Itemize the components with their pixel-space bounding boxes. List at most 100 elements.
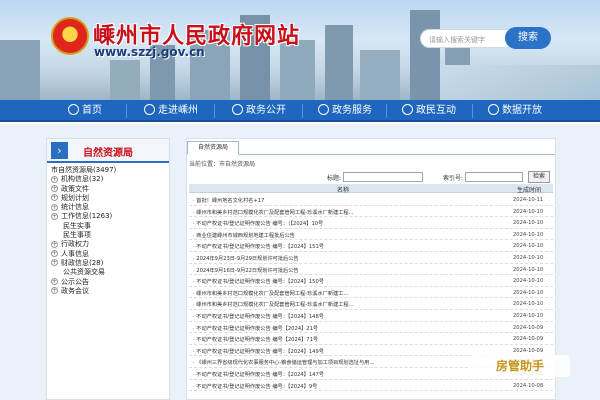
article-link[interactable]: · 嵊州市和美乡村范口规模化农厂及配套管网工程-珍溪水厂新建工程... — [193, 209, 493, 216]
tree-item-label: 机构信息(32) — [61, 175, 104, 184]
tree-item[interactable]: + 政务会议 — [49, 287, 169, 296]
nav-divider — [302, 104, 303, 118]
tree-item[interactable]: + 人事信息 — [49, 250, 169, 259]
column-name-header: 名称 — [337, 187, 350, 194]
header-banner: ☆ 嵊州市人民政府网站 www.szzj.gov.cn 请输入搜索关键字 搜索 — [0, 0, 600, 100]
tree-item-label: 规划计划 — [61, 193, 89, 202]
tree-item-label: 政策文件 — [61, 184, 89, 193]
table-row: · 不动产权证书/登记证明作废公告 编号：【2024】150号 2024-10-1… — [189, 275, 553, 287]
expand-icon[interactable]: + — [51, 203, 58, 211]
tree-item-label: 公示公告 — [61, 277, 89, 286]
article-link[interactable]: · 不动产权证书/登记证明作废公告 编号：【2024】148号 — [193, 313, 493, 320]
article-link[interactable]: · 商业住建嵊州市城西规划地建工程批后公告 — [193, 232, 493, 239]
tree-item-label: 财政信息(28) — [61, 258, 104, 267]
article-link[interactable]: · 首批！嵊州地名文化村名+17 — [193, 197, 493, 204]
title-filter-label: 标题: — [327, 175, 342, 182]
tree-item[interactable]: + 财政信息(28) — [49, 259, 169, 268]
home-icon — [68, 103, 79, 115]
expand-icon[interactable]: + — [51, 278, 58, 286]
search-button[interactable]: 搜索 — [505, 27, 551, 49]
table-row: · 2024年9月23日-9月29日规划许可批后公告 2024-10-10 — [189, 252, 553, 264]
article-link[interactable]: · 2024年9月16日-9月22日规划许可批后公告 — [193, 267, 493, 274]
table-row: · 不动产权证书/登记证明作废公告 编号：【2024】148号 2024-10-1… — [189, 310, 553, 322]
expand-icon[interactable]: + — [51, 259, 58, 267]
article-link[interactable]: · 嵊州市和美乡村范口规模化农厂及配套管网工程-珍溪水厂新建工... — [193, 290, 493, 297]
filter-bar: 标题: 索引号: 检索 — [187, 171, 555, 184]
article-date: 2024-10-10 — [513, 266, 544, 273]
chat-icon — [402, 103, 413, 115]
article-link[interactable]: · 嵊州市和美乡村范口规模化农厂及配套管网工程-珍溪水厂新建工程... — [193, 301, 493, 308]
search-input[interactable]: 请输入搜索关键字 — [420, 29, 510, 48]
nav-item-interaction[interactable]: 政民互动 — [402, 100, 456, 122]
tree-item[interactable]: 民生事项 — [49, 231, 169, 240]
tree-item[interactable]: + 工作信息(1263) — [49, 212, 169, 221]
tree-item[interactable]: + 行政权力 — [49, 240, 169, 249]
tree-item[interactable]: + 公示公告 — [49, 278, 169, 287]
building-icon — [144, 103, 155, 115]
nav-item-gov-open[interactable]: 政务公开 — [232, 100, 286, 122]
nav-divider — [214, 104, 215, 118]
article-link[interactable]: · 不动产权证书/登记证明作废公告 编号：【2024】147号 — [193, 371, 493, 378]
nav-item-gov-service[interactable]: 政务服务 — [318, 100, 372, 122]
article-date: 2024-10-10 — [513, 220, 544, 227]
main-nav: 首页 走进嵊州 政务公开 政务服务 政民互动 数据开放 — [0, 100, 600, 122]
expand-icon[interactable]: + — [51, 185, 58, 193]
tab-natural-resources[interactable]: 自然资源局 — [187, 141, 239, 155]
article-link[interactable]: · 不动产权证书/登记证明作废公告 编号：【2024】149号 — [193, 348, 493, 355]
article-date: 2024-10-10 — [513, 254, 544, 261]
article-link[interactable]: · 不动产权证书/登记证明作废公告 编号：（【2024】10号 — [193, 220, 493, 227]
tree-item[interactable]: 市自然资源局(3497) — [49, 166, 169, 175]
tab-bar: 自然资源局 — [187, 139, 555, 155]
tree-item[interactable]: + 机构信息(32) — [49, 175, 169, 184]
tree-item-label: 人事信息 — [61, 249, 89, 258]
article-date: 2024-10-09 — [513, 336, 544, 343]
table-row: · 首批！嵊州地名文化村名+17 2024-10-11 — [189, 194, 553, 206]
nav-item-home[interactable]: 首页 — [68, 100, 102, 122]
chevron-right-icon[interactable]: › — [51, 142, 68, 159]
table-row: · 嵊州市和美乡村范口规模化农厂及配套管网工程-珍溪水厂新建工程... 2024-… — [189, 298, 553, 310]
article-date: 2024-10-10 — [513, 278, 544, 285]
tree-item-label: 民生事项 — [63, 231, 91, 240]
article-link[interactable]: · 不动产权证书/登记证明作废公告 编号：【2024】151号 — [193, 243, 493, 250]
globe-icon — [232, 103, 243, 115]
tree-item[interactable]: + 规划计划 — [49, 194, 169, 203]
expand-icon[interactable]: + — [51, 175, 58, 183]
tree-item-label: 市自然资源局(3497) — [51, 166, 117, 174]
table-row: · 不动产权证书/登记证明作废公告 编号：（【2024】10号 2024-10-1… — [189, 217, 553, 229]
index-filter-input[interactable] — [465, 172, 523, 182]
expand-icon[interactable]: + — [51, 287, 58, 295]
table-row: · 不动产权证书/登记证明作废公告 编号：【2024】9号 2024-10-08 — [189, 380, 553, 392]
tree-item-label: 民生实事 — [63, 221, 91, 230]
skyline-building — [110, 60, 140, 100]
article-link[interactable]: · 不动产权证书/登记证明作废公告 编号【2024】21号 — [193, 325, 493, 332]
tree-item-label: 政务会议 — [61, 286, 89, 295]
search-submit-button[interactable]: 检索 — [528, 171, 550, 183]
article-link[interactable]: · 不动产权证书/登记证明作废公告 编号【2024】71号 — [193, 336, 493, 343]
tree-item[interactable]: + 政策文件 — [49, 185, 169, 194]
article-link[interactable]: · 不动产权证书/登记证明作废公告 编号：【2024】150号 — [193, 278, 493, 285]
article-date: 2024-10-10 — [513, 289, 544, 296]
site-url: www.szzj.gov.cn — [94, 45, 205, 59]
tree-item[interactable]: 公共资源交易 — [49, 268, 169, 277]
nav-divider — [386, 104, 387, 118]
sidebar-title: 自然资源局 — [83, 148, 133, 159]
tree-item-label: 统计信息 — [61, 203, 89, 212]
nav-item-data[interactable]: 数据开放 — [488, 100, 542, 122]
article-link[interactable]: · 2024年9月23日-9月29日规划许可批后公告 — [193, 255, 493, 262]
tree-item[interactable]: 民生实事 — [49, 222, 169, 231]
table-row: · 商业住建嵊州市城西规划地建工程批后公告 2024-10-10 — [189, 229, 553, 241]
nav-item-about[interactable]: 走进嵊州 — [144, 100, 198, 122]
skyline-building — [360, 50, 400, 100]
article-link[interactable]: · 《嵊州三界省级现代化农事服务中心-粮食储运管理与加工项目规划选址与用... — [193, 359, 493, 366]
table-row: · 2024年9月16日-9月22日规划许可批后公告 2024-10-10 — [189, 264, 553, 276]
article-date: 2024-10-10 — [513, 301, 544, 308]
title-filter-input[interactable] — [343, 172, 423, 182]
article-link[interactable]: · 不动产权证书/登记证明作废公告 编号：【2024】9号 — [193, 383, 493, 390]
article-date: 2024-10-08 — [513, 382, 544, 389]
index-filter-label: 索引号: — [443, 175, 464, 182]
expand-icon[interactable]: + — [51, 212, 58, 220]
expand-icon[interactable]: + — [51, 240, 58, 248]
article-date: 2024-10-10 — [513, 231, 544, 238]
expand-icon[interactable]: + — [51, 250, 58, 258]
expand-icon[interactable]: + — [51, 194, 58, 202]
